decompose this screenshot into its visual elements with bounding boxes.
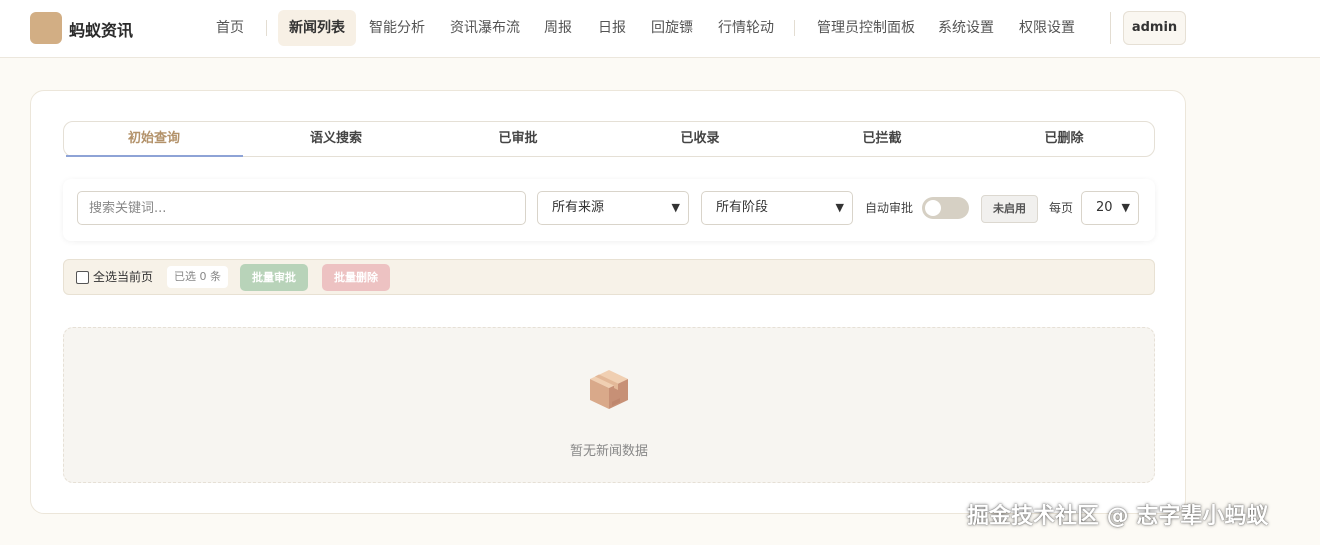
tab-semantic-search[interactable]: 语义搜索 xyxy=(247,122,425,156)
nav-divider xyxy=(266,20,267,36)
active-tab-indicator xyxy=(66,155,243,157)
status-tabs: 初始查询 语义搜索 已审批 已收录 已拦截 已删除 xyxy=(63,121,1155,157)
nav-divider xyxy=(1110,12,1111,44)
tab-approved[interactable]: 已审批 xyxy=(429,122,607,156)
top-navbar: 蚂蚁资讯 首页 新闻列表 智能分析 资讯瀑布流 周报 日报 回旋镖 行情轮动 管… xyxy=(0,0,1320,58)
watermark: 掘金技术社区 @ 志字辈小蚂蚁 xyxy=(967,504,1269,529)
nav-item-boomerang[interactable]: 回旋镖 xyxy=(640,10,704,46)
select-all-checkbox[interactable] xyxy=(76,271,89,284)
page-size-value: 20 xyxy=(1096,200,1113,215)
news-list-card: 初始查询 语义搜索 已审批 已收录 已拦截 已删除 所有来源 ▼ 所有阶段 ▼ … xyxy=(30,90,1186,514)
nav-item-sector-rotation[interactable]: 行情轮动 xyxy=(707,10,785,46)
source-select-value: 所有来源 xyxy=(552,200,605,215)
source-select[interactable]: 所有来源 ▼ xyxy=(537,191,689,225)
nav-item-smart-analysis[interactable]: 智能分析 xyxy=(358,10,436,46)
auto-approve-status-badge: 未启用 xyxy=(981,195,1038,223)
toggle-knob xyxy=(925,200,941,216)
nav-item-daily[interactable]: 日报 xyxy=(587,10,637,46)
page-size-label: 每页 xyxy=(1049,201,1074,215)
empty-state-text: 暂无新闻数据 xyxy=(569,444,648,459)
nav-item-system-settings[interactable]: 系统设置 xyxy=(927,10,1005,46)
nav-item-news-waterfall[interactable]: 资讯瀑布流 xyxy=(439,10,531,46)
auto-approve-label: 自动审批 xyxy=(865,201,914,215)
page-size-select[interactable]: 20 ▼ xyxy=(1081,191,1139,225)
chevron-down-icon: ▼ xyxy=(1121,201,1130,214)
chevron-down-icon: ▼ xyxy=(671,201,680,214)
filter-bar: 所有来源 ▼ 所有阶段 ▼ 自动审批 未启用 每页 20 ▼ xyxy=(63,179,1155,241)
nav-item-admin-panel[interactable]: 管理员控制面板 xyxy=(806,10,926,46)
nav-item-permissions[interactable]: 权限设置 xyxy=(1008,10,1086,46)
tab-included[interactable]: 已收录 xyxy=(611,122,789,156)
selected-count-badge: 已选 0 条 xyxy=(167,266,228,288)
user-menu-button[interactable]: admin xyxy=(1123,11,1186,45)
bulk-approve-button[interactable]: 批量审批 xyxy=(240,264,308,291)
app-logo[interactable] xyxy=(30,12,62,44)
tab-deleted[interactable]: 已删除 xyxy=(975,122,1153,156)
chevron-down-icon: ▼ xyxy=(835,201,844,214)
tab-initial-query[interactable]: 初始查询 xyxy=(65,122,243,156)
package-icon xyxy=(590,370,628,409)
app-name[interactable]: 蚂蚁资讯 xyxy=(69,17,133,41)
nav-item-weekly[interactable]: 周报 xyxy=(533,10,583,46)
auto-approve-toggle[interactable] xyxy=(922,197,969,219)
select-all-label[interactable]: 全选当前页 xyxy=(93,260,153,294)
nav-item-news-list[interactable]: 新闻列表 xyxy=(278,10,356,46)
search-input[interactable] xyxy=(77,191,526,225)
stage-select[interactable]: 所有阶段 ▼ xyxy=(701,191,853,225)
bulk-action-bar: 全选当前页 已选 0 条 批量审批 批量删除 xyxy=(63,259,1155,295)
nav-divider xyxy=(794,20,795,36)
empty-state: 暂无新闻数据 xyxy=(63,327,1155,483)
tab-blocked[interactable]: 已拦截 xyxy=(793,122,971,156)
stage-select-value: 所有阶段 xyxy=(716,200,769,215)
bulk-delete-button[interactable]: 批量删除 xyxy=(322,264,390,291)
nav-item-home[interactable]: 首页 xyxy=(205,10,255,46)
